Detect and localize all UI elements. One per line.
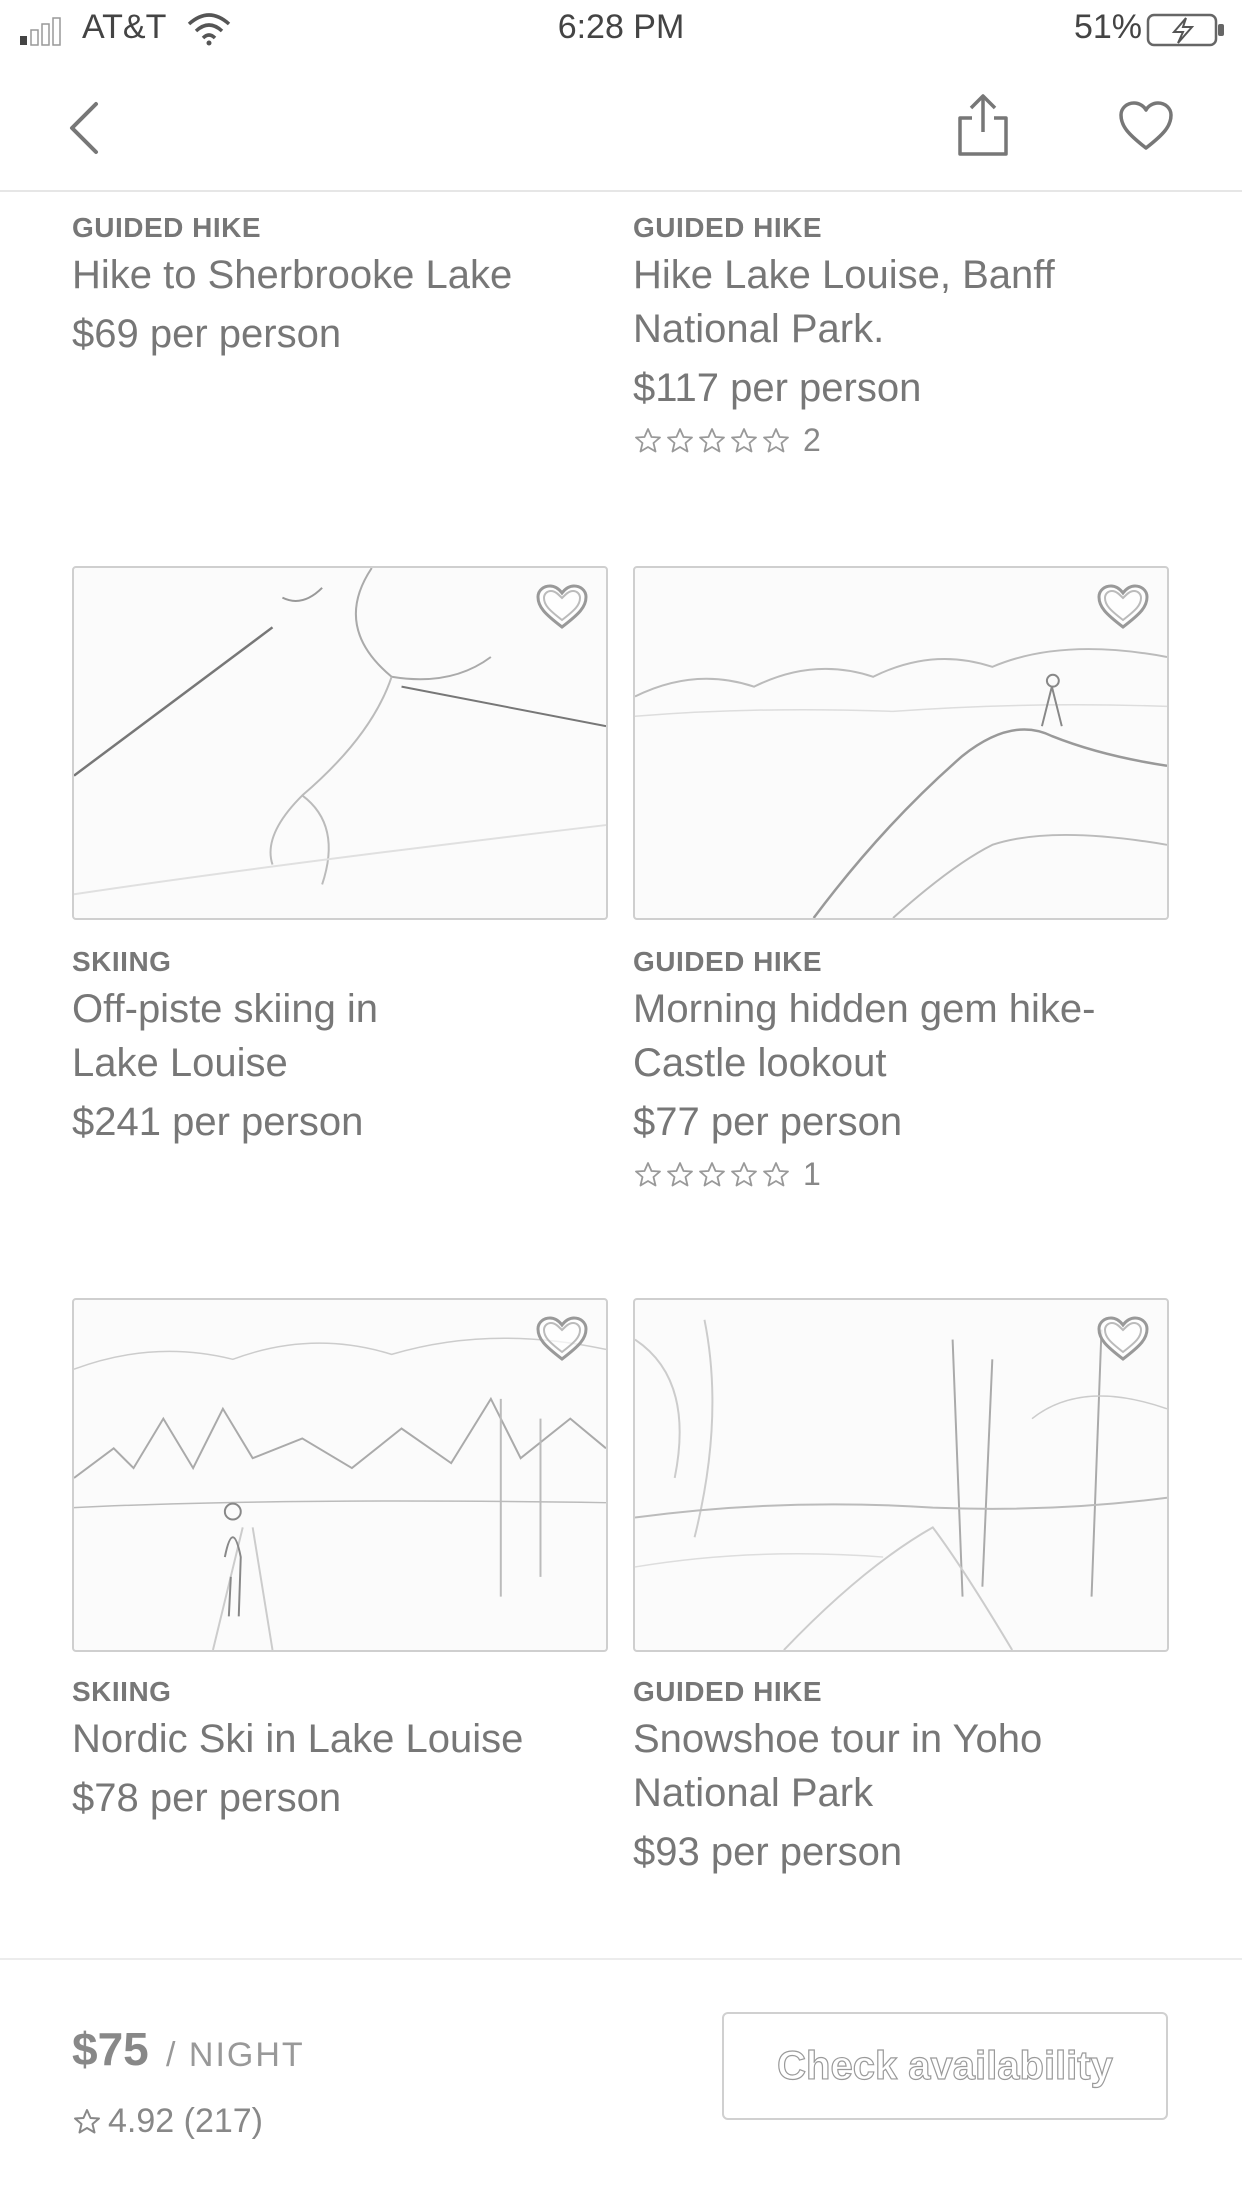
per-night-label: / NIGHT [166,2036,305,2074]
card-photo[interactable] [72,566,608,920]
card-price: $241 per person [72,1100,364,1144]
check-availability-button[interactable]: Check availability [722,2012,1168,2120]
star-icon [635,1161,661,1186]
card-price: $77 per person [633,1100,903,1144]
card-title: Hike to Sherbrooke Lake [72,253,513,297]
card-title: Nordic Ski in Lake Louise [72,1717,524,1761]
star-icon [699,427,725,452]
lookout-photo [635,648,1167,918]
card-category: SKIING [72,1676,172,1707]
star-icon [699,1161,725,1186]
nordic-ski-photo [74,1337,606,1650]
heart-icon[interactable] [1118,100,1174,152]
card-price: $69 per person [72,312,342,356]
status-time: 6:28 PM [557,8,685,46]
battery-charging-icon [1146,13,1224,47]
experience-card[interactable]: GUIDED HIKE Hike Lake Louise, Banff Nati… [633,208,1169,478]
favorite-heart-icon[interactable] [534,582,590,632]
card-price: $117 per person [633,366,922,410]
star-icon [763,1161,789,1186]
experience-card[interactable]: GUIDED HIKE Morning hidden gem hike- Cas… [633,566,1169,1206]
card-category: GUIDED HIKE [72,212,262,243]
battery-percent: 51% [1073,8,1142,46]
booking-bar: $75 / NIGHT 4.92 (217) Check availabilit… [0,1958,1242,2208]
star-icon [74,2108,100,2133]
card-photo[interactable] [633,1298,1169,1652]
experience-card[interactable]: GUIDED HIKE Hike to Sherbrooke Lake $69 … [72,208,608,408]
rating-value: 4.92 (217) [108,2102,263,2140]
star-icon [635,427,661,452]
rating-stars [633,426,791,456]
card-category: GUIDED HIKE [633,212,823,243]
star-icon [667,427,693,452]
favorite-heart-icon[interactable] [1095,1314,1151,1364]
share-icon[interactable] [954,92,1012,158]
nightly-price: $75 [72,2023,149,2075]
card-category: SKIING [72,946,172,977]
card-title: Off-piste skiing in Lake Louise [72,987,379,1085]
star-icon [763,427,789,452]
card-price: $78 per person [72,1776,342,1820]
card-category: GUIDED HIKE [633,946,823,977]
experience-card[interactable]: SKIING Nordic Ski in Lake Louise $78 per… [72,1298,608,1858]
skier-photo [74,568,606,896]
experience-card[interactable]: GUIDED HIKE Snowshoe tour in Yoho Nation… [633,1298,1169,1898]
card-photo[interactable] [72,1298,608,1652]
favorite-heart-icon[interactable] [1095,582,1151,632]
star-icon [731,1161,757,1186]
card-rating: 1 [633,1156,821,1193]
card-photo[interactable] [633,566,1169,920]
star-icon [731,427,757,452]
nav-bar [0,62,1242,192]
card-title: Morning hidden gem hike- Castle lookout [633,987,1096,1085]
favorite-heart-icon[interactable] [534,1314,590,1364]
star-icon [667,1161,693,1186]
status-bar: AT&T 6:28 PM 51% [0,0,1242,62]
card-title: Snowshoe tour in Yoho National Park [633,1717,1043,1815]
rating-count: 1 [803,1156,821,1192]
card-rating: 2 [633,422,821,459]
card-title: Hike Lake Louise, Banff National Park. [633,253,1055,351]
back-chevron-icon[interactable] [60,98,116,158]
listing-rating: 4.92 (217) [72,2102,263,2141]
rating-stars [633,1160,791,1190]
snowshoe-photo [635,1319,1167,1650]
card-price: $93 per person [633,1830,903,1874]
rating-count: 2 [803,422,821,458]
experience-card[interactable]: SKIING Off-piste skiing in Lake Louise $… [72,566,608,1166]
card-category: GUIDED HIKE [633,1676,823,1707]
